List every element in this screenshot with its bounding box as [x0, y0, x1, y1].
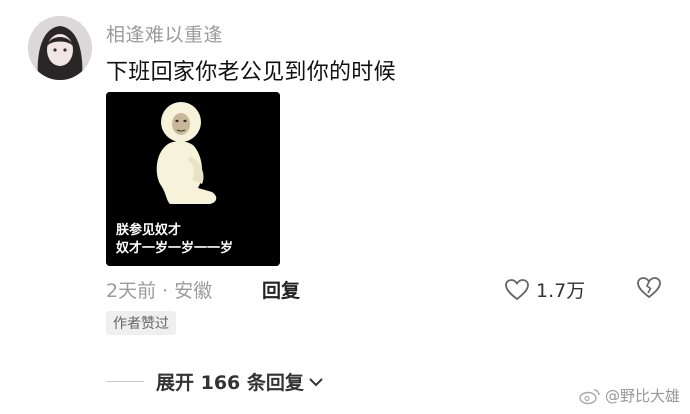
weibo-watermark: @野比大雄 [579, 385, 680, 406]
broken-heart-icon [637, 277, 661, 299]
username[interactable]: 相逢难以重逢 [106, 20, 223, 47]
like-count: 1.7万 [536, 280, 586, 302]
avatar[interactable] [28, 16, 92, 80]
expand-replies-label: 展开 166 条回复 [156, 372, 304, 394]
comment-meta-row: 2天前 · 安徽 回复 1.7万 [106, 276, 666, 304]
meme-caption-line1: 朕参见奴才 [116, 223, 182, 238]
like-button[interactable]: 1.7万 [504, 276, 585, 303]
expand-replies-button[interactable]: 展开 166 条回复 [106, 368, 324, 395]
heart-icon [505, 278, 529, 300]
avatar-image [28, 16, 92, 80]
comment-text: 下班回家你老公见到你的时候 [106, 60, 396, 85]
meme-caption: 朕参见奴才 奴才一岁一岁一一岁 [116, 222, 233, 258]
weibo-icon [579, 388, 600, 404]
time-location: 2天前 · 安徽 [106, 280, 213, 302]
reply-button[interactable]: 回复 [262, 276, 300, 303]
watermark-text: @野比大雄 [604, 387, 680, 405]
comment-card: 相逢难以重逢 下班回家你老公见到你的时候 朕参见奴才 奴才一岁一岁一一岁 2天前… [0, 0, 690, 414]
divider-line [106, 381, 144, 382]
dislike-button[interactable] [636, 276, 662, 305]
chevron-down-icon [309, 377, 323, 386]
meme-image[interactable]: 朕参见奴才 奴才一岁一岁一一岁 [106, 92, 280, 266]
author-liked-badge: 作者赞过 [106, 311, 176, 335]
meme-caption-line2: 奴才一岁一岁一一岁 [116, 241, 234, 256]
